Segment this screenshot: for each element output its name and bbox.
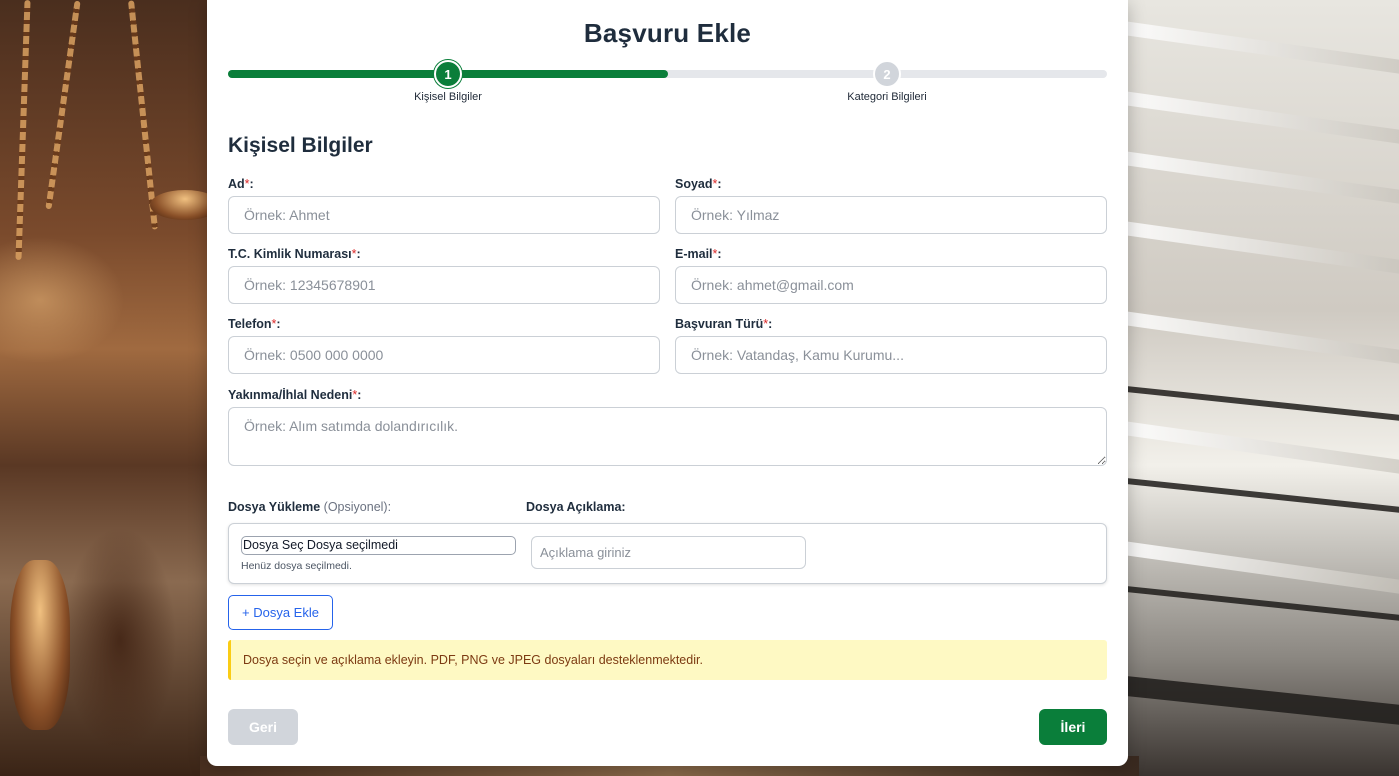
file-description-input[interactable] — [531, 536, 806, 569]
step-2-label: Kategori Bilgileri — [847, 91, 927, 103]
yakinma-nedeni-textarea[interactable] — [228, 407, 1107, 466]
telefon-label: Telefon*: — [228, 317, 281, 331]
soyad-input[interactable] — [675, 196, 1107, 234]
law-books-image — [1119, 0, 1399, 776]
file-status-hint: Henüz dosya seçilmedi. — [241, 560, 352, 572]
field-soyad: Soyad*: — [675, 177, 1107, 234]
yakinma-nedeni-label: Yakınma/İhlal Nedeni*: — [228, 388, 362, 402]
field-telefon: Telefon*: — [228, 317, 660, 374]
step-personal-info[interactable]: 1 Kişisel Bilgiler — [368, 60, 528, 103]
field-tc-kimlik: T.C. Kimlik Numarası*: — [228, 247, 660, 304]
email-label: E-mail*: — [675, 247, 722, 261]
ad-input[interactable] — [228, 196, 660, 234]
progress-stepper: 1 Kişisel Bilgiler 2 Kategori Bilgileri — [228, 60, 1107, 110]
step-2-indicator: 2 — [873, 60, 901, 88]
field-email: E-mail*: — [675, 247, 1107, 304]
file-info-notice: Dosya seçin ve açıklama ekleyin. PDF, PN… — [228, 640, 1107, 680]
tc-kimlik-input[interactable] — [228, 266, 660, 304]
back-button[interactable]: Geri — [228, 709, 298, 745]
file-chooser[interactable]: Dosya Seç Dosya seçilmedi — [241, 536, 516, 555]
section-title: Kişisel Bilgiler — [228, 134, 373, 157]
step-category-info[interactable]: 2 Kategori Bilgileri — [807, 60, 967, 103]
basvuran-turu-label: Başvuran Türü*: — [675, 317, 773, 331]
step-1-label: Kişisel Bilgiler — [414, 91, 482, 103]
add-file-button[interactable]: + Dosya Ekle — [228, 595, 333, 630]
step-1-indicator: 1 — [434, 60, 462, 88]
file-upload-label: Dosya Yükleme (Opsiyonel): — [228, 500, 392, 514]
telefon-input[interactable] — [228, 336, 660, 374]
file-row: Dosya Seç Dosya seçilmedi Henüz dosya se… — [228, 523, 1107, 584]
stepper-track — [228, 70, 1107, 78]
soyad-label: Soyad*: — [675, 177, 722, 191]
field-basvuran-turu: Başvuran Türü*: — [675, 317, 1107, 374]
page-title: Başvuru Ekle — [583, 18, 752, 48]
application-form-card: Başvuru Ekle 1 Kişisel Bilgiler 2 Katego… — [207, 0, 1128, 766]
email-input[interactable] — [675, 266, 1107, 304]
tc-kimlik-label: T.C. Kimlik Numarası*: — [228, 247, 361, 261]
basvuran-turu-input[interactable] — [675, 336, 1107, 374]
file-description-label: Dosya Açıklama: — [526, 500, 626, 514]
next-button[interactable]: İleri — [1039, 709, 1107, 745]
scales-of-justice-image — [0, 0, 220, 776]
field-ad: Ad*: — [228, 177, 660, 234]
field-yakinma-nedeni: Yakınma/İhlal Nedeni*: — [228, 388, 1107, 466]
ad-label: Ad*: — [228, 177, 254, 191]
